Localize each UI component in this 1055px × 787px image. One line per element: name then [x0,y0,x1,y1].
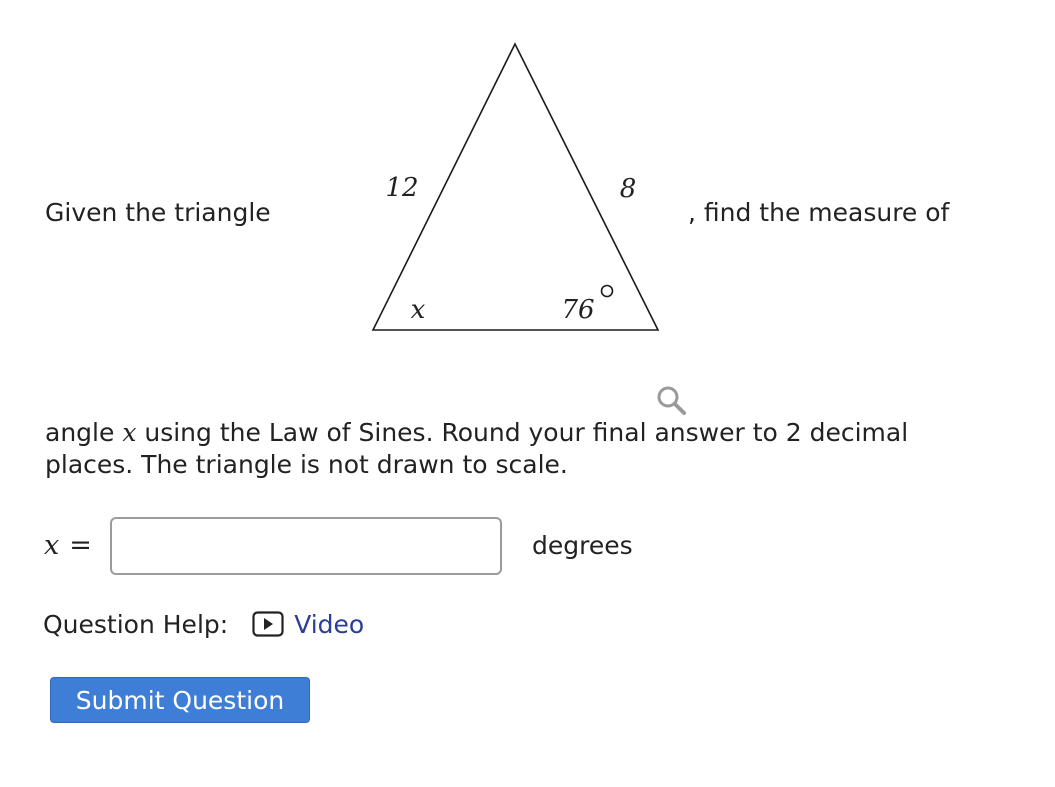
angle-label-x: x [411,295,426,325]
question-help: Question Help: Video [43,606,364,642]
question-help-label: Question Help: [43,609,229,639]
question-intro-text: Given the triangle [45,198,271,227]
question-line-2-prefix: angle [45,418,123,447]
triangle-figure: 12 8 x 76 [371,42,660,331]
side-label-left: 12 [385,173,418,203]
answer-input[interactable] [110,517,502,575]
video-link[interactable]: Video [252,610,364,639]
answer-unit-label: degrees [532,531,633,560]
side-label-right: 8 [620,174,637,204]
answer-variable-label: x = [44,530,92,562]
submit-question-button[interactable]: Submit Question [50,677,310,723]
magnifier-icon[interactable] [655,384,689,416]
video-link-label: Video [294,609,365,639]
question-after-figure-text: , find the measure of [688,198,950,227]
play-box-icon [252,611,284,637]
answer-variable: x [44,530,60,561]
equals-sign: = [69,530,92,561]
degree-symbol [600,284,614,298]
angle-label-76: 76 [561,295,594,325]
question-line-2-suffix: using the Law of Sines. Round your final… [136,418,909,447]
question-line-2: angle x using the Law of Sines. Round yo… [45,417,908,449]
question-line-3: places. The triangle is not drawn to sca… [45,450,568,479]
question-angle-variable: x [122,418,137,447]
